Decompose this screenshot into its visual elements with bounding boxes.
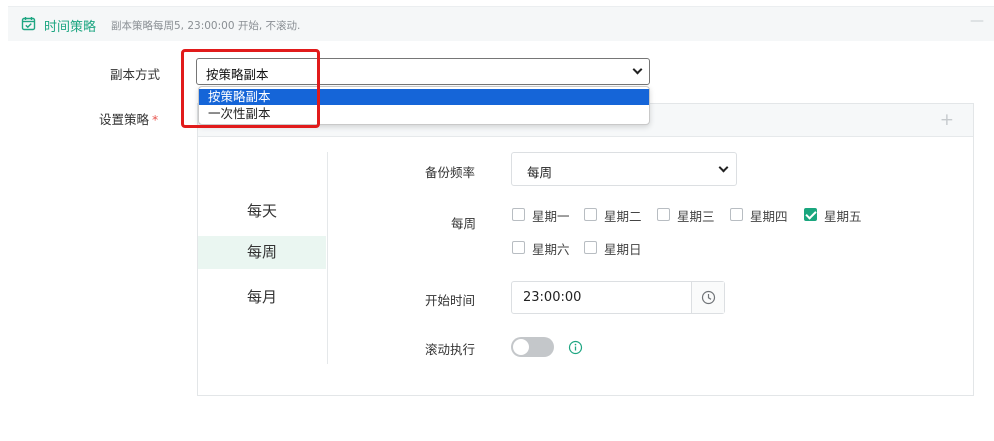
checkbox-monday[interactable] [512,208,525,221]
copy-mode-label: 副本方式 [110,67,161,82]
panel-header[interactable]: 时间策略 副本策略每周5, 23:00:00 开始, 不滚动. — [8,6,994,41]
checkbox-label-tuesday: 星期二 [604,209,642,224]
policy-card: + 每天 每周 每月 备份频率 每周 每周 星期一 星期二 星期三 星期四 星期… [197,103,974,396]
tab-monthly[interactable]: 每月 [198,281,326,314]
start-time-input[interactable]: 23:00:00 [511,281,725,314]
copy-mode-dropdown: 按策略副本 一次性副本 [198,86,650,125]
clock-icon[interactable] [691,282,724,313]
copy-mode-select[interactable]: 按策略副本 [196,58,650,85]
policy-summary: 副本策略每周5, 23:00:00 开始, 不滚动. [111,20,301,32]
backup-frequency-value: 每周 [527,165,553,180]
checkbox-sunday[interactable] [584,241,597,254]
checkbox-tuesday[interactable] [584,208,597,221]
checkbox-label-thursday: 星期四 [750,209,788,224]
calendar-check-icon [21,16,36,31]
add-policy-button[interactable]: + [940,110,954,130]
copy-mode-value: 按策略副本 [206,67,269,82]
option-one-time[interactable]: 一次性副本 [199,106,649,122]
backup-frequency-label: 备份频率 [425,165,476,180]
required-mark: * [152,112,159,127]
collapse-icon[interactable]: — [970,13,984,29]
time-policy-panel: 时间策略 副本策略每周5, 23:00:00 开始, 不滚动. — 副本方式 按… [0,0,994,441]
rolling-label: 滚动执行 [425,342,476,357]
panel-title: 时间策略 [44,20,97,35]
checkbox-label-saturday: 星期六 [532,242,570,257]
checkbox-label-sunday: 星期日 [604,242,642,257]
tabs-divider [327,152,328,364]
checkbox-wednesday[interactable] [657,208,670,221]
checkbox-label-friday: 星期五 [824,209,862,224]
checkbox-label-monday: 星期一 [532,209,570,224]
weekdays-label: 每周 [451,216,477,231]
rolling-toggle[interactable] [511,337,554,357]
start-time-label: 开始时间 [425,293,476,308]
tab-daily[interactable]: 每天 [198,195,326,228]
policy-label-text: 设置策略 [99,112,150,127]
start-time-value: 23:00:00 [523,290,582,305]
info-icon[interactable] [568,340,583,355]
backup-frequency-select[interactable]: 每周 [511,152,737,186]
checkbox-thursday[interactable] [730,208,743,221]
toggle-knob [513,339,529,355]
chevron-down-icon [718,162,729,173]
tab-weekly[interactable]: 每周 [198,236,326,269]
checkbox-saturday[interactable] [512,241,525,254]
option-by-policy[interactable]: 按策略副本 [199,89,649,105]
checkbox-friday[interactable] [804,208,817,221]
policy-label: 设置策略 * [99,109,158,128]
chevron-down-icon [632,64,643,75]
checkbox-label-wednesday: 星期三 [677,209,715,224]
